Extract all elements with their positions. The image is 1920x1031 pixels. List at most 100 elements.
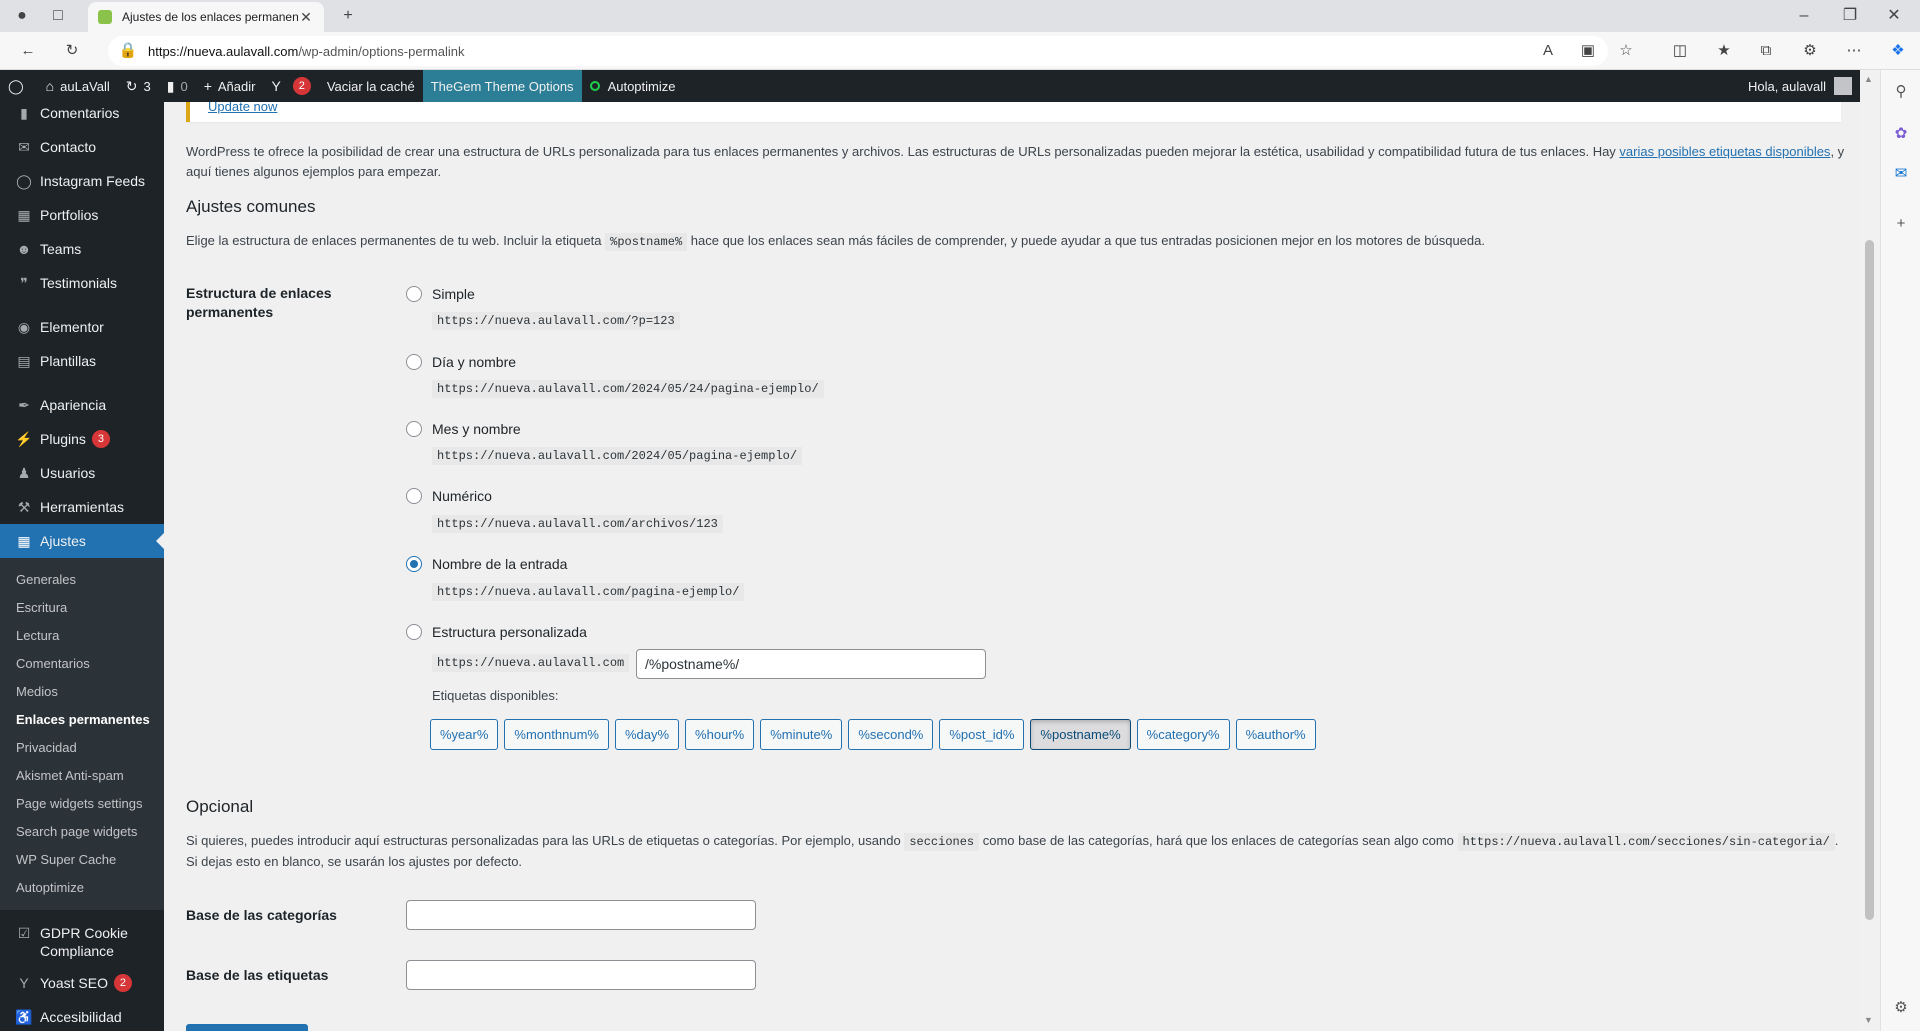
menu-item-testimonials[interactable]: ❞ Testimonials [0, 266, 164, 300]
submenu-privacidad[interactable]: Privacidad [0, 734, 164, 762]
option-month-name[interactable]: Mes y nombre [406, 421, 521, 437]
thegem-options-button[interactable]: TheGem Theme Options [422, 70, 582, 102]
category-base-input[interactable] [406, 900, 756, 930]
radio-post-name[interactable] [406, 556, 422, 572]
tag-category-button[interactable]: %category% [1136, 719, 1230, 750]
radio-custom[interactable] [406, 624, 422, 640]
menu-item-portfolios[interactable]: ▦ Portfolios [0, 198, 164, 232]
menu-item-instagram[interactable]: ◯ Instagram Feeds [0, 164, 164, 198]
comments-button[interactable]: ▮ 0 [159, 70, 196, 102]
yoast-button[interactable]: Y2 [263, 70, 318, 102]
tag-hour-button[interactable]: %hour% [685, 719, 755, 750]
option-custom[interactable]: Estructura personalizada [406, 624, 587, 640]
submenu-generales[interactable]: Generales [0, 566, 164, 594]
updates-button[interactable]: ↻ 3 [118, 70, 159, 102]
favorites-icon[interactable]: ★ [1714, 41, 1734, 61]
close-tab-icon[interactable]: ✕ [298, 9, 314, 26]
outlook-icon[interactable]: ✉ [1891, 164, 1911, 184]
submenu-akismet[interactable]: Akismet Anti-spam [0, 762, 164, 790]
available-tags-link[interactable]: varias posibles etiquetas disponibles [1619, 144, 1830, 159]
page-scrollbar[interactable]: ▲ ▼ [1860, 70, 1880, 1031]
menu-item-plantillas[interactable]: ▤ Plantillas [0, 344, 164, 378]
lock-icon[interactable]: 🔒 [118, 41, 138, 61]
submenu-enlaces-permanentes[interactable]: Enlaces permanentes [0, 706, 164, 734]
account-menu[interactable]: Hola, aulavall [1740, 70, 1860, 102]
option-numeric[interactable]: Numérico [406, 488, 492, 504]
sidebar-settings-icon[interactable]: ⚙ [1891, 998, 1911, 1018]
submenu-comentarios[interactable]: Comentarios [0, 650, 164, 678]
more-menu-icon[interactable]: ⋯ [1844, 41, 1864, 61]
apps-icon[interactable]: ✿ [1891, 124, 1911, 144]
browser-tab[interactable]: Ajustes de los enlaces permanentes ✕ [88, 2, 324, 32]
radio-month-name[interactable] [406, 421, 422, 437]
tag-monthnum-button[interactable]: %monthnum% [504, 719, 609, 750]
option-day-name[interactable]: Día y nombre [406, 354, 516, 370]
menu-item-apariencia[interactable]: ✒ Apariencia [0, 388, 164, 422]
option-label: Estructura personalizada [432, 624, 587, 640]
back-icon[interactable]: ← [18, 41, 38, 61]
profile-icon[interactable]: ● [12, 6, 32, 26]
custom-structure-input[interactable]: /%postname%/ [636, 649, 986, 679]
menu-item-yoast[interactable]: Y Yoast SEO 2 [0, 966, 164, 1000]
scroll-up-icon[interactable]: ▲ [1864, 74, 1873, 84]
menu-item-accesibilidad[interactable]: ♿ Accesibilidad [0, 1000, 164, 1031]
copilot-icon[interactable]: ❖ [1888, 41, 1908, 61]
option-simple[interactable]: Simple [406, 286, 475, 302]
tag-day-button[interactable]: %day% [614, 719, 680, 750]
new-tab-icon[interactable]: + [338, 6, 358, 26]
add-new-button[interactable]: + Añadir [196, 70, 264, 102]
tab-actions-icon[interactable]: □ [48, 6, 68, 26]
minimize-icon[interactable]: – [1794, 6, 1814, 26]
submenu-wp-super-cache[interactable]: WP Super Cache [0, 846, 164, 874]
menu-item-herramientas[interactable]: ⚒ Herramientas [0, 490, 164, 524]
radio-simple[interactable] [406, 286, 422, 302]
autoptimize-button[interactable]: Autoptimize [582, 70, 684, 102]
tag-second-button[interactable]: %second% [848, 719, 934, 750]
submenu-page-widgets[interactable]: Page widgets settings [0, 790, 164, 818]
url-field[interactable]: 🔒 https://nueva.aulavall.com/wp-admin/op… [108, 36, 1608, 66]
save-changes-button[interactable] [186, 1024, 308, 1031]
tag-postname-button[interactable]: %postname% [1030, 719, 1131, 750]
submenu-lectura[interactable]: Lectura [0, 622, 164, 650]
tag-author-button[interactable]: %author% [1235, 719, 1316, 750]
update-now-link[interactable]: Update now [208, 102, 277, 114]
site-name-button[interactable]: ⌂ auLaVall [38, 70, 118, 102]
search-icon[interactable]: ⚲ [1891, 82, 1911, 102]
split-screen-icon[interactable]: ◫ [1670, 41, 1690, 61]
tag-year-button[interactable]: %year% [430, 719, 499, 750]
add-sidebar-app-icon[interactable]: + [1891, 214, 1911, 234]
tag-post-id-button[interactable]: %post_id% [939, 719, 1025, 750]
immersive-reader-icon[interactable]: ▣ [1578, 41, 1598, 61]
scroll-down-icon[interactable]: ▼ [1864, 1015, 1873, 1025]
menu-item-elementor[interactable]: ◉ Elementor [0, 310, 164, 344]
menu-label: Plantillas [40, 353, 97, 369]
clear-cache-button[interactable]: Vaciar la caché [319, 70, 423, 102]
submenu-autoptimize[interactable]: Autoptimize [0, 874, 164, 902]
submenu-search-page-widgets[interactable]: Search page widgets [0, 818, 164, 846]
wp-logo-button[interactable]: ◯ [0, 70, 38, 102]
restore-icon[interactable]: ❐ [1840, 6, 1860, 26]
radio-numeric[interactable] [406, 488, 422, 504]
menu-item-usuarios[interactable]: ♟ Usuarios [0, 456, 164, 490]
tab-title: Ajustes de los enlaces permanentes [122, 10, 298, 24]
radio-day-name[interactable] [406, 354, 422, 370]
option-post-name[interactable]: Nombre de la entrada [406, 556, 567, 572]
submenu-escritura[interactable]: Escritura [0, 594, 164, 622]
refresh-icon[interactable]: ↻ [62, 41, 82, 61]
close-window-icon[interactable]: ✕ [1884, 6, 1904, 26]
menu-item-plugins[interactable]: ⚡ Plugins 3 [0, 422, 164, 456]
menu-item-gdpr[interactable]: ☑ GDPR Cookie Compliance [0, 918, 164, 964]
menu-item-teams[interactable]: ☻ Teams [0, 232, 164, 266]
submenu-medios[interactable]: Medios [0, 678, 164, 706]
tag-base-input[interactable] [406, 960, 756, 990]
menu-item-contacto[interactable]: ✉ Contacto [0, 130, 164, 164]
favorite-star-icon[interactable]: ☆ [1616, 41, 1636, 61]
site-favicon-icon [98, 10, 112, 24]
extensions-icon[interactable]: ⚙ [1800, 41, 1820, 61]
tag-minute-button[interactable]: %minute% [760, 719, 843, 750]
menu-item-comentarios[interactable]: ▮ Comentarios [0, 102, 164, 130]
collections-icon[interactable]: ⧉ [1756, 41, 1776, 61]
scroll-thumb[interactable] [1865, 240, 1874, 920]
menu-item-ajustes[interactable]: ▦ Ajustes [0, 524, 164, 558]
read-aloud-icon[interactable]: A [1538, 41, 1558, 61]
